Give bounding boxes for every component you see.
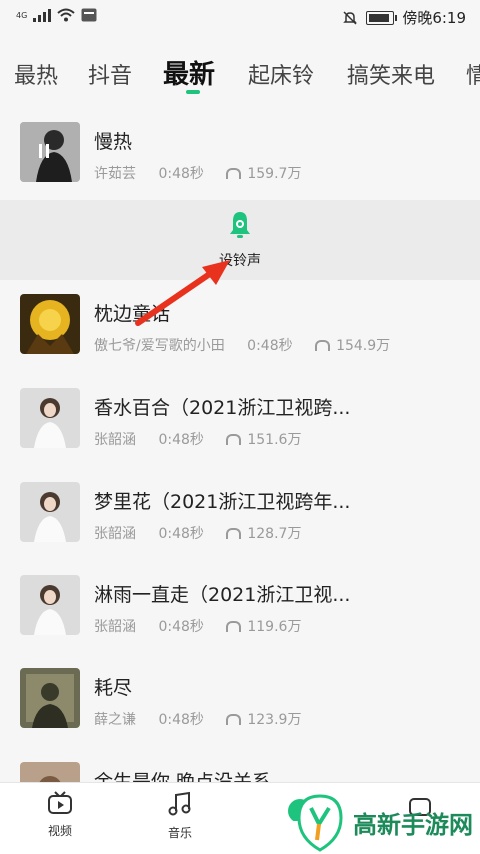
headphones-icon — [226, 621, 242, 632]
headphones-icon — [226, 434, 242, 445]
notification-app-icon — [81, 8, 97, 22]
song-item[interactable]: 淋雨一直走（2021浙江卫视... 张韶涵 0:48秒 119.6万 — [0, 561, 480, 653]
album-cover — [20, 294, 80, 354]
song-plays: 128.7万 — [247, 526, 302, 542]
battery-icon — [366, 10, 398, 25]
song-duration: 0:48秒 — [158, 526, 204, 542]
song-plays: 119.6万 — [247, 619, 302, 635]
ringtone-action-panel: 设铃声 — [0, 200, 480, 280]
headphones-icon — [315, 340, 331, 351]
nav-music-label: 音乐 — [167, 826, 192, 840]
network-type: 4G — [16, 10, 28, 20]
song-duration: 0:48秒 — [158, 166, 204, 182]
headphones-icon — [226, 168, 242, 179]
status-time: 傍晚6:19 — [402, 9, 466, 27]
song-title: 香水百合（2021浙江卫视跨... — [94, 397, 351, 419]
song-artist: 张韶涵 — [94, 432, 136, 448]
song-title: 梦里花（2021浙江卫视跨年... — [94, 491, 351, 513]
album-cover — [20, 388, 80, 448]
song-plays: 151.6万 — [247, 432, 302, 448]
tab-douyin[interactable]: 抖音 — [88, 58, 132, 90]
category-tabs: 最热 抖音 最新 起床铃 搞笑来电 情 — [0, 50, 480, 100]
tab-alarm[interactable]: 起床铃 — [248, 58, 314, 90]
song-artist: 张韶涵 — [94, 526, 136, 542]
mute-bell-icon — [343, 10, 358, 25]
nav-video[interactable]: 视频 — [30, 791, 90, 839]
album-cover — [20, 482, 80, 542]
pause-icon — [39, 144, 42, 158]
song-artist: 张韶涵 — [94, 619, 136, 635]
song-duration: 0:48秒 — [158, 619, 204, 635]
album-cover — [20, 575, 80, 635]
bell-icon[interactable] — [229, 210, 251, 238]
annotation-arrow — [135, 260, 230, 326]
song-meta: 薛之谦 0:48秒 123.9万 — [94, 709, 319, 729]
headphones-icon — [226, 714, 242, 725]
song-title: 淋雨一直走（2021浙江卫视... — [94, 584, 351, 606]
tab-funny-call[interactable]: 搞笑来电 — [347, 58, 435, 90]
site-watermark: 高新手游网 — [295, 792, 480, 853]
headphones-icon — [226, 528, 242, 539]
song-meta: 许茹芸 0:48秒 159.7万 — [94, 163, 319, 183]
song-meta: 张韶涵 0:48秒 119.6万 — [94, 616, 319, 636]
nav-music[interactable]: 音乐 — [150, 791, 210, 841]
song-title: 慢热 — [94, 131, 133, 153]
song-plays: 123.9万 — [247, 712, 302, 728]
tab-newest[interactable]: 最新 — [163, 54, 215, 91]
song-plays: 154.9万 — [336, 338, 391, 354]
active-tab-indicator — [186, 90, 200, 94]
song-meta: 傲七爷/爱写歌的小田 0:48秒 154.9万 — [94, 335, 408, 355]
watermark-logo-icon — [297, 793, 343, 852]
song-title: 耗尽 — [94, 677, 133, 699]
wifi-icon — [57, 8, 75, 22]
signal-icon — [33, 8, 52, 22]
song-artist: 薛之谦 — [94, 712, 136, 728]
song-artist: 傲七爷/爱写歌的小田 — [94, 338, 225, 354]
song-plays: 159.7万 — [247, 166, 302, 182]
nav-video-label: 视频 — [47, 824, 72, 838]
song-duration: 0:48秒 — [247, 338, 293, 354]
song-meta: 张韶涵 0:48秒 128.7万 — [94, 523, 319, 543]
tab-hot[interactable]: 最热 — [14, 58, 58, 90]
tab-emotion[interactable]: 情 — [466, 58, 480, 90]
song-meta: 张韶涵 0:48秒 151.6万 — [94, 429, 319, 449]
song-item[interactable]: 枕边童话 傲七爷/爱写歌的小田 0:48秒 154.9万 — [0, 280, 480, 372]
song-item[interactable]: 香水百合（2021浙江卫视跨... 张韶涵 0:48秒 151.6万 — [0, 374, 480, 466]
song-duration: 0:48秒 — [158, 712, 204, 728]
video-icon — [48, 791, 72, 814]
set-ringtone-button[interactable]: 设铃声 — [0, 250, 480, 270]
song-duration: 0:48秒 — [158, 432, 204, 448]
music-note-icon — [168, 791, 191, 816]
status-bar: 4G 傍晚6:19 — [0, 0, 480, 34]
album-cover — [20, 668, 80, 728]
album-cover — [20, 122, 80, 182]
song-item[interactable]: 梦里花（2021浙江卫视跨年... 张韶涵 0:48秒 128.7万 — [0, 468, 480, 560]
song-item[interactable]: 耗尽 薛之谦 0:48秒 123.9万 — [0, 654, 480, 746]
song-artist: 许茹芸 — [94, 166, 136, 182]
song-item[interactable]: 慢热 许茹芸 0:48秒 159.7万 — [0, 108, 480, 200]
watermark-text: 高新手游网 — [353, 811, 473, 839]
